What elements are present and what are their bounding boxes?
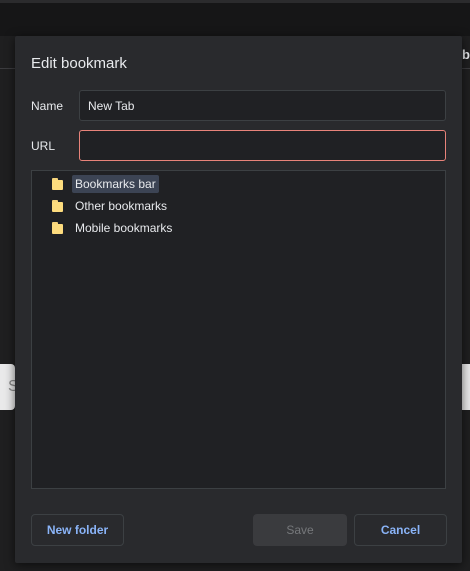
url-label: URL bbox=[31, 139, 56, 153]
background-divider bbox=[462, 68, 470, 69]
folder-label: Other bookmarks bbox=[75, 199, 168, 213]
folder-label: Bookmarks bar bbox=[72, 175, 159, 193]
folder-item-other-bookmarks[interactable]: Other bookmarks bbox=[52, 197, 170, 215]
background-divider-left bbox=[0, 68, 15, 69]
background-panel-fragment bbox=[462, 364, 470, 410]
name-input[interactable] bbox=[79, 90, 446, 121]
cancel-button[interactable]: Cancel bbox=[354, 514, 447, 546]
url-input[interactable] bbox=[79, 130, 446, 161]
folder-icon bbox=[52, 200, 63, 212]
folder-label: Mobile bookmarks bbox=[75, 221, 173, 235]
dialog-title: Edit bookmark bbox=[31, 55, 127, 72]
new-folder-button[interactable]: New folder bbox=[31, 514, 124, 546]
folder-item-bookmarks-bar[interactable]: Bookmarks bar bbox=[52, 175, 159, 193]
folder-tree[interactable]: Bookmarks bar Other bookmarks Mobile boo… bbox=[31, 170, 446, 489]
background-text-fragment: b bbox=[462, 47, 470, 62]
name-label: Name bbox=[31, 99, 64, 113]
folder-item-mobile-bookmarks[interactable]: Mobile bookmarks bbox=[52, 219, 175, 237]
folder-icon bbox=[52, 178, 63, 190]
folder-icon bbox=[52, 222, 63, 234]
browser-top-strip bbox=[0, 0, 470, 36]
background-search-box-fragment: S bbox=[0, 364, 19, 410]
edit-bookmark-dialog: Edit bookmark Name URL Bookmarks bar Oth… bbox=[15, 36, 462, 563]
save-button[interactable]: Save bbox=[253, 514, 347, 546]
